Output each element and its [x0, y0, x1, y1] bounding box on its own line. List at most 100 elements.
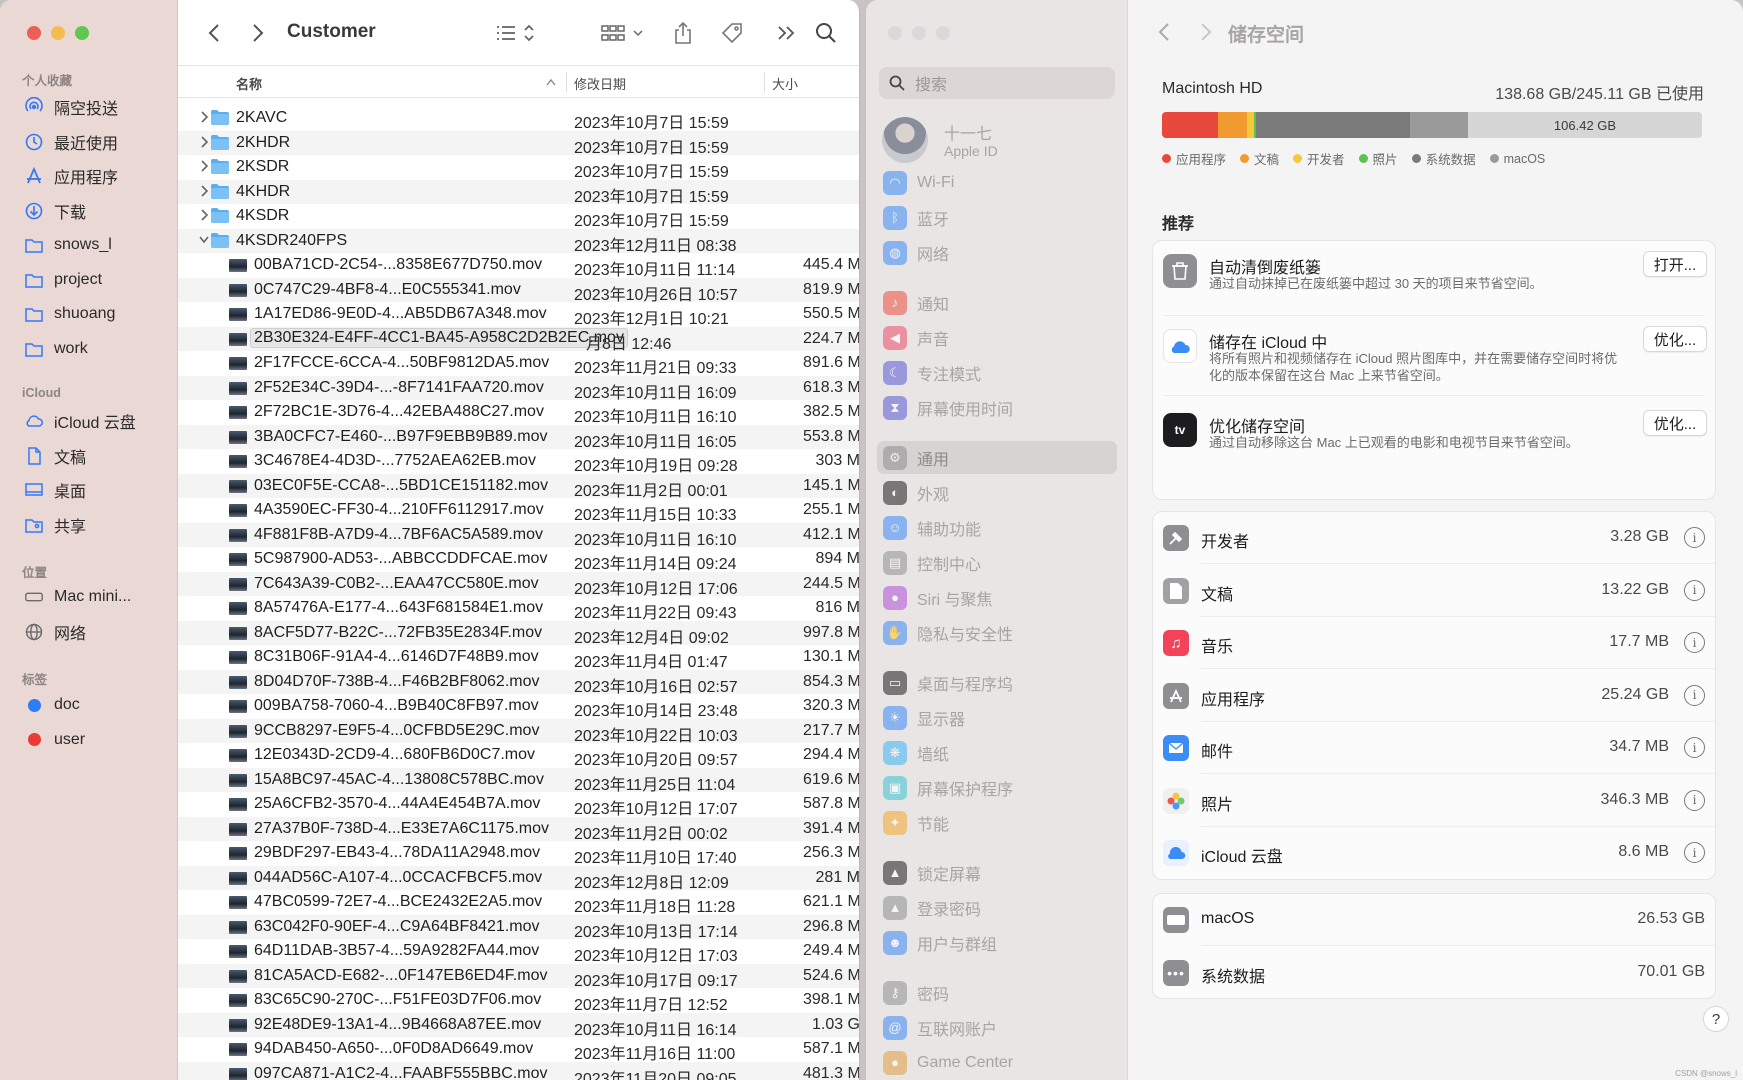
- file-row[interactable]: 25A6CFB2-3570-4...44A4E454B7A.mov 2023年10…: [178, 792, 859, 818]
- file-row[interactable]: 15A8BC97-45AC-4...13808C578BC.mov 2023年11…: [178, 767, 859, 794]
- folder-row[interactable]: 2KHDR 2023年10月7日 15:59: [178, 130, 859, 157]
- file-row[interactable]: 009BA758-7060-4...B9B40C8FB97.mov 2023年10…: [178, 694, 859, 720]
- sidebar-location-0[interactable]: Mac mini...: [24, 584, 131, 610]
- close-button[interactable]: [27, 26, 41, 40]
- settings-nav-item[interactable]: ❋ 墙纸: [877, 736, 1117, 769]
- file-row[interactable]: 64D11DAB-3B57-4...59A9282FA44.mov 2023年10…: [178, 939, 859, 965]
- settings-nav-item[interactable]: ☻ 用户与群组: [877, 926, 1117, 959]
- folder-row[interactable]: 4KSDR 2023年10月7日 15:59: [178, 204, 859, 230]
- settings-nav-item[interactable]: ⚷ 密码: [877, 976, 1117, 1009]
- search-field[interactable]: 搜索: [879, 67, 1115, 99]
- file-row[interactable]: 4F881F8B-A7D9-4...7BF6AC5A589.mov 2023年10…: [178, 522, 859, 549]
- sidebar-tag-user[interactable]: user: [24, 727, 85, 753]
- settings-nav-item[interactable]: ▲ 锁定屏幕: [877, 856, 1117, 889]
- settings-nav-item[interactable]: ▣ 屏幕保护程序: [877, 771, 1117, 804]
- file-row[interactable]: 5C987900-AD53-...ABBCCDDFCAE.mov 2023年11月…: [178, 547, 859, 573]
- folder-row[interactable]: 2KSDR 2023年10月7日 15:59: [178, 155, 859, 181]
- file-row[interactable]: 3C4678E4-4D3D-...7752AEA62EB.mov 2023年10月…: [178, 449, 859, 475]
- file-row[interactable]: 2F17FCCE-6CCA-4...50BF9812DA5.mov 2023年11…: [178, 351, 859, 377]
- file-row[interactable]: 3BA0CFC7-E460-...B97F9EBB9B89.mov 2023年10…: [178, 424, 859, 451]
- file-row[interactable]: 0C747C29-4BF8-4...E0C555341.mov 2023年10月2…: [178, 277, 859, 304]
- file-row[interactable]: 8A57476A-E177-4...643F681584E1.mov 2023年1…: [178, 596, 859, 622]
- file-row[interactable]: 097CA871-A1C2-4...FAABF555BBC.mov 2023年11…: [178, 1061, 859, 1080]
- settings-nav-item[interactable]: ◍ 网络: [877, 236, 1117, 269]
- column-date[interactable]: 修改日期: [574, 74, 626, 93]
- file-row[interactable]: 12E0343D-2CD9-4...680FB6D0C7.mov 2023年10月…: [178, 743, 859, 769]
- minimize-button[interactable]: [51, 26, 65, 40]
- file-row[interactable]: 94DAB450-A650-...0F0D8AD6649.mov 2023年11月…: [178, 1037, 859, 1063]
- settings-nav-item[interactable]: ● Siri 与聚焦: [877, 581, 1117, 614]
- file-row[interactable]: 8C31B06F-91A4-4...6146D7F48B9.mov 2023年11…: [178, 645, 859, 671]
- tag-button[interactable]: [719, 20, 745, 46]
- folder-row[interactable]: 2KAVC 2023年10月7日 15:59: [178, 106, 859, 132]
- recommendation-button[interactable]: 优化...: [1643, 326, 1707, 352]
- info-icon[interactable]: i: [1684, 527, 1705, 548]
- forward-button[interactable]: [248, 20, 268, 46]
- share-button[interactable]: [671, 20, 695, 46]
- chevron-right-icon[interactable]: [198, 110, 212, 126]
- recommendation-button[interactable]: 打开...: [1643, 251, 1707, 277]
- settings-nav-item[interactable]: ▭ 桌面与程序坞: [877, 666, 1117, 699]
- settings-nav-item[interactable]: ● Game Center: [877, 1046, 1117, 1079]
- recommendation-button[interactable]: 优化...: [1643, 410, 1707, 436]
- sidebar-favorite-5[interactable]: project: [24, 267, 102, 293]
- settings-nav-item[interactable]: ▲ 登录密码: [877, 891, 1117, 924]
- settings-nav-item[interactable]: ☀ 显示器: [877, 701, 1117, 734]
- settings-nav-item[interactable]: @ 互联网账户: [877, 1011, 1117, 1044]
- file-row[interactable]: 8ACF5D77-B22C-...72FB35E2834F.mov 2023年12…: [178, 620, 859, 647]
- chevron-right-icon[interactable]: [198, 135, 212, 151]
- settings-nav-item[interactable]: ✦ 节能: [877, 806, 1117, 839]
- zoom-button[interactable]: [936, 26, 950, 40]
- sidebar-favorite-7[interactable]: work: [24, 336, 88, 362]
- file-row[interactable]: 9CCB8297-E9F5-4...0CFBD5E29C.mov 2023年10月…: [178, 718, 859, 745]
- file-row[interactable]: 7C643A39-C0B2-...EAA47CC580E.mov 2023年10月…: [178, 571, 859, 598]
- more-button[interactable]: [775, 20, 797, 46]
- file-row[interactable]: 47BC0599-72E7-4...BCE2432E2A5.mov 2023年11…: [178, 890, 859, 916]
- column-name[interactable]: 名称: [236, 74, 262, 93]
- folder-row[interactable]: 4KSDR240FPS 2023年12月11日 08:38: [178, 228, 859, 255]
- chevron-down-icon[interactable]: [198, 233, 212, 249]
- sidebar-favorite-0[interactable]: 隔空投送: [24, 94, 118, 120]
- search-button[interactable]: [813, 20, 839, 46]
- help-button[interactable]: ?: [1703, 1006, 1729, 1032]
- file-row[interactable]: 2F52E34C-39D4-...-8F7141FAA720.mov 2023年1…: [178, 375, 859, 402]
- settings-nav-item[interactable]: ✋ 隐私与安全性: [877, 616, 1117, 649]
- sidebar-favorite-2[interactable]: 应用程序: [24, 163, 118, 189]
- file-row[interactable]: 83C65C90-270C-...F51FE03D7F06.mov 2023年11…: [178, 988, 859, 1014]
- file-row[interactable]: 044AD56C-A107-4...0CCACFBCF5.mov 2023年12月…: [178, 865, 859, 892]
- file-row[interactable]: 2B30E324-E4FF-4CC1-BA45-A958C2D2B2EC.mov…: [178, 326, 859, 353]
- file-row[interactable]: 27A37B0F-738D-4...E33E7A6C1175.mov 2023年1…: [178, 816, 859, 843]
- file-row[interactable]: 92E48DE9-13A1-4...9B4668A87EE.mov 2023年10…: [178, 1012, 859, 1039]
- sidebar-icloud-3[interactable]: 共享: [24, 512, 86, 538]
- sidebar-favorite-3[interactable]: 下载: [24, 198, 86, 224]
- file-row[interactable]: 4A3590EC-FF30-4...210FF6112917.mov 2023年1…: [178, 498, 859, 524]
- sidebar-tag-doc[interactable]: doc: [24, 692, 80, 718]
- info-icon[interactable]: i: [1684, 842, 1705, 863]
- settings-nav-item[interactable]: ⚙ 通用: [877, 441, 1117, 474]
- file-row[interactable]: 03EC0F5E-CCA8-...5BD1CE151182.mov 2023年11…: [178, 473, 859, 500]
- settings-nav-item[interactable]: ☺ 辅助功能: [877, 511, 1117, 544]
- file-row[interactable]: 29BDF297-EB43-4...78DA11A2948.mov 2023年11…: [178, 841, 859, 867]
- group-button[interactable]: [600, 20, 646, 46]
- file-row[interactable]: 1A17ED86-9E0D-4...AB5DB67A348.mov 2023年12…: [178, 302, 859, 328]
- back-button[interactable]: [204, 20, 224, 46]
- sidebar-favorite-4[interactable]: snows_l: [24, 232, 112, 258]
- file-row[interactable]: 63C042F0-90EF-4...C9A64BF8421.mov 2023年10…: [178, 914, 859, 941]
- settings-nav-item[interactable]: ᛒ 蓝牙: [877, 201, 1117, 234]
- sidebar-icloud-1[interactable]: 文稿: [24, 443, 86, 469]
- sidebar-favorite-6[interactable]: shuoang: [24, 301, 115, 327]
- file-row[interactable]: 2F72BC1E-3D76-4...42EBA488C27.mov 2023年10…: [178, 400, 859, 426]
- zoom-button[interactable]: [75, 26, 89, 40]
- column-size[interactable]: 大小: [772, 74, 798, 93]
- list-view-button[interactable]: [494, 20, 540, 46]
- minimize-button[interactable]: [912, 26, 926, 40]
- folder-row[interactable]: 4KHDR 2023年10月7日 15:59: [178, 179, 859, 206]
- file-row[interactable]: 00BA71CD-2C54-...8358E677D750.mov 2023年10…: [178, 253, 859, 279]
- sidebar-location-1[interactable]: 网络: [24, 619, 86, 645]
- settings-nav-item[interactable]: ▤ 控制中心: [877, 546, 1117, 579]
- info-icon[interactable]: i: [1684, 789, 1705, 811]
- settings-nav-item[interactable]: ⧗ 屏幕使用时间: [877, 391, 1117, 424]
- settings-nav-item[interactable]: ♪ 通知: [877, 286, 1117, 319]
- settings-nav-item[interactable]: ◀ 声音: [877, 321, 1117, 354]
- chevron-right-icon[interactable]: [198, 208, 212, 224]
